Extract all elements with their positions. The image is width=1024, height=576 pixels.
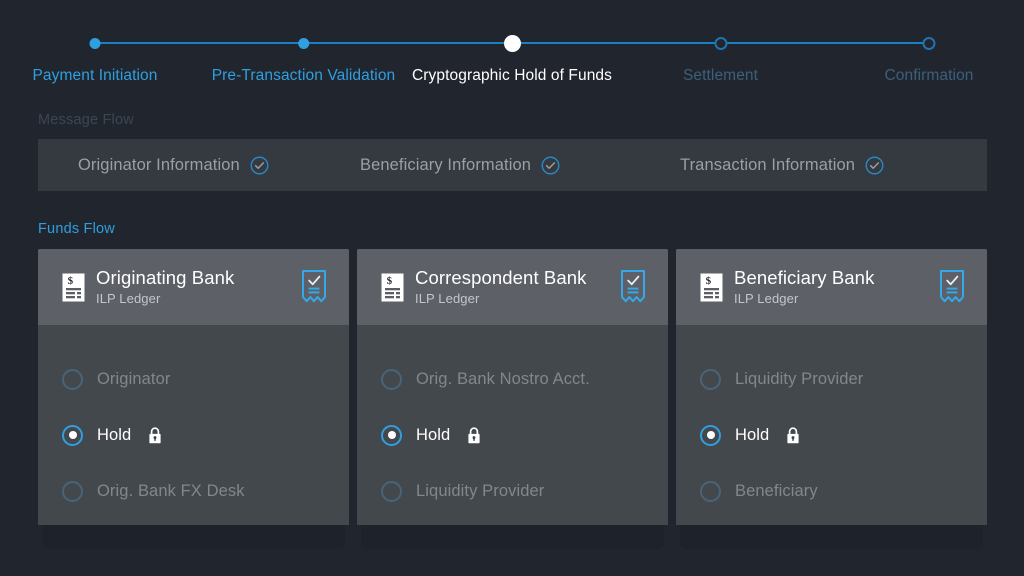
stepper-dot-marker: [503, 34, 521, 52]
receipt-check-ribbon-icon: [302, 270, 326, 303]
stepper-dot-4: [683, 28, 758, 58]
card-titles: Beneficiary Bank ILP Ledger: [734, 267, 931, 306]
check-circle-icon: [865, 156, 884, 174]
card-header: $ Correspondent Bank ILP Ledger: [357, 249, 668, 325]
message-flow-item-label: Transaction Information: [680, 155, 856, 174]
stepper-step-label: Payment Initiation: [32, 67, 158, 84]
card: $ Beneficiary Bank ILP Ledger Liquidity Pro…: [676, 249, 987, 525]
progress-stepper: Payment Initiation Pre-Transaction Valida…: [0, 28, 1024, 90]
card-title: Originating Bank: [96, 267, 235, 289]
funds-flow-card: $ Beneficiary Bank ILP Ledger Liquidity Pro…: [676, 249, 987, 549]
ledger-option-row[interactable]: Hold: [62, 407, 325, 463]
lock-icon: [468, 426, 480, 443]
ledger-option-label: Orig. Bank FX Desk: [97, 481, 245, 500]
card-footer-shadow: [680, 525, 983, 549]
funds-flow-card: $ Correspondent Bank ILP Ledger Orig. Bank …: [357, 249, 668, 549]
card-titles: Correspondent Bank ILP Ledger: [415, 267, 612, 306]
radio-button[interactable]: [381, 424, 402, 446]
stepper-step-1[interactable]: Payment Initiation: [32, 28, 157, 85]
stepper-dot-2: [212, 28, 396, 58]
radio-button[interactable]: [62, 424, 83, 446]
card-body: Originator Hold Orig. Bank FX Desk: [38, 325, 349, 525]
stepper-dot-1: [32, 28, 157, 58]
invoice-document-icon: $: [62, 273, 85, 301]
message-flow-item[interactable]: Transaction Information: [680, 156, 884, 175]
card-titles: Originating Bank ILP Ledger: [96, 267, 293, 306]
stepper-step-label: Cryptographic Hold of Funds: [412, 67, 612, 84]
card-title: Beneficiary Bank: [734, 267, 875, 289]
card-body: Liquidity Provider Hold Beneficiary: [676, 325, 987, 525]
stepper-dot-marker: [922, 36, 936, 50]
stepper-step-5[interactable]: Confirmation: [884, 28, 973, 85]
ledger-option-label: Originator: [97, 369, 171, 388]
message-flow-item[interactable]: Beneficiary Information: [360, 156, 560, 175]
invoice-document-icon: $: [700, 273, 723, 301]
card-subtitle: ILP Ledger: [96, 290, 161, 306]
ledger-option-label: Beneficiary: [735, 481, 818, 500]
ledger-option-row[interactable]: Beneficiary: [700, 463, 963, 519]
stepper-step-label: Confirmation: [884, 67, 974, 84]
stepper-step-4[interactable]: Settlement: [683, 28, 758, 85]
stepper-dot-marker: [713, 36, 727, 50]
radio-button[interactable]: [62, 480, 83, 502]
invoice-document-icon: $: [381, 273, 404, 301]
radio-button[interactable]: [700, 480, 721, 502]
message-flow-item-label: Originator Information: [78, 155, 240, 174]
lock-icon: [787, 426, 799, 443]
ledger-option-row[interactable]: Orig. Bank FX Desk: [62, 463, 325, 519]
ledger-option-row[interactable]: Orig. Bank Nostro Acct.: [381, 351, 644, 407]
ledger-option-row[interactable]: Originator: [62, 351, 325, 407]
stepper-step-3[interactable]: Cryptographic Hold of Funds: [412, 28, 612, 85]
ledger-option-label: Liquidity Provider: [416, 481, 545, 500]
ledger-option-row[interactable]: Liquidity Provider: [700, 351, 963, 407]
payment-flow-page: Payment Initiation Pre-Transaction Valida…: [0, 0, 1024, 576]
ledger-option-row[interactable]: Hold: [381, 407, 644, 463]
card-title: Correspondent Bank: [415, 267, 587, 289]
stepper-step-label: Settlement: [682, 67, 759, 84]
card-footer-shadow: [42, 525, 345, 549]
ledger-option-label: Orig. Bank Nostro Acct.: [416, 369, 590, 388]
check-circle-icon: [541, 156, 560, 174]
funds-flow-card: $ Originating Bank ILP Ledger Originator Hol…: [38, 249, 349, 549]
funds-flow-section-label: Funds Flow: [38, 221, 115, 237]
card-subtitle: ILP Ledger: [415, 290, 480, 306]
ledger-option-label: Hold: [97, 425, 132, 444]
radio-button[interactable]: [700, 368, 721, 390]
card-footer-shadow: [361, 525, 664, 549]
message-flow-item-label: Beneficiary Information: [360, 155, 532, 174]
radio-button[interactable]: [62, 368, 83, 390]
message-flow-section-label: Message Flow: [38, 112, 134, 128]
stepper-step-2[interactable]: Pre-Transaction Validation: [212, 28, 396, 85]
radio-button[interactable]: [700, 424, 721, 446]
ledger-option-row[interactable]: Hold: [700, 407, 963, 463]
radio-button[interactable]: [381, 480, 402, 502]
ledger-option-label: Hold: [416, 425, 451, 444]
card-header: $ Beneficiary Bank ILP Ledger: [676, 249, 987, 325]
funds-flow-cards: $ Originating Bank ILP Ledger Originator Hol…: [38, 249, 987, 549]
card: $ Correspondent Bank ILP Ledger Orig. Bank …: [357, 249, 668, 525]
message-flow-bar: Originator Information Beneficiary Inform…: [38, 139, 987, 191]
card-body: Orig. Bank Nostro Acct. Hold Liquidity Pro…: [357, 325, 668, 525]
ledger-option-label: Hold: [735, 425, 770, 444]
card: $ Originating Bank ILP Ledger Originator Hol…: [38, 249, 349, 525]
lock-icon: [149, 426, 161, 443]
ledger-option-row[interactable]: Liquidity Provider: [381, 463, 644, 519]
stepper-step-label: Pre-Transaction Validation: [211, 67, 396, 84]
stepper-dot-5: [884, 28, 973, 58]
svg-text:$: $: [387, 275, 393, 287]
receipt-check-ribbon-icon: [621, 270, 645, 303]
check-circle-icon: [250, 156, 269, 174]
card-subtitle: ILP Ledger: [734, 290, 799, 306]
stepper-dot-3: [412, 28, 612, 58]
svg-text:$: $: [68, 275, 74, 287]
stepper-dot-marker: [89, 37, 101, 49]
svg-text:$: $: [706, 275, 712, 287]
message-flow-item[interactable]: Originator Information: [78, 156, 269, 175]
receipt-check-ribbon-icon: [940, 270, 964, 303]
ledger-option-label: Liquidity Provider: [735, 369, 864, 388]
card-header: $ Originating Bank ILP Ledger: [38, 249, 349, 325]
radio-button[interactable]: [381, 368, 402, 390]
stepper-dot-marker: [298, 37, 309, 49]
